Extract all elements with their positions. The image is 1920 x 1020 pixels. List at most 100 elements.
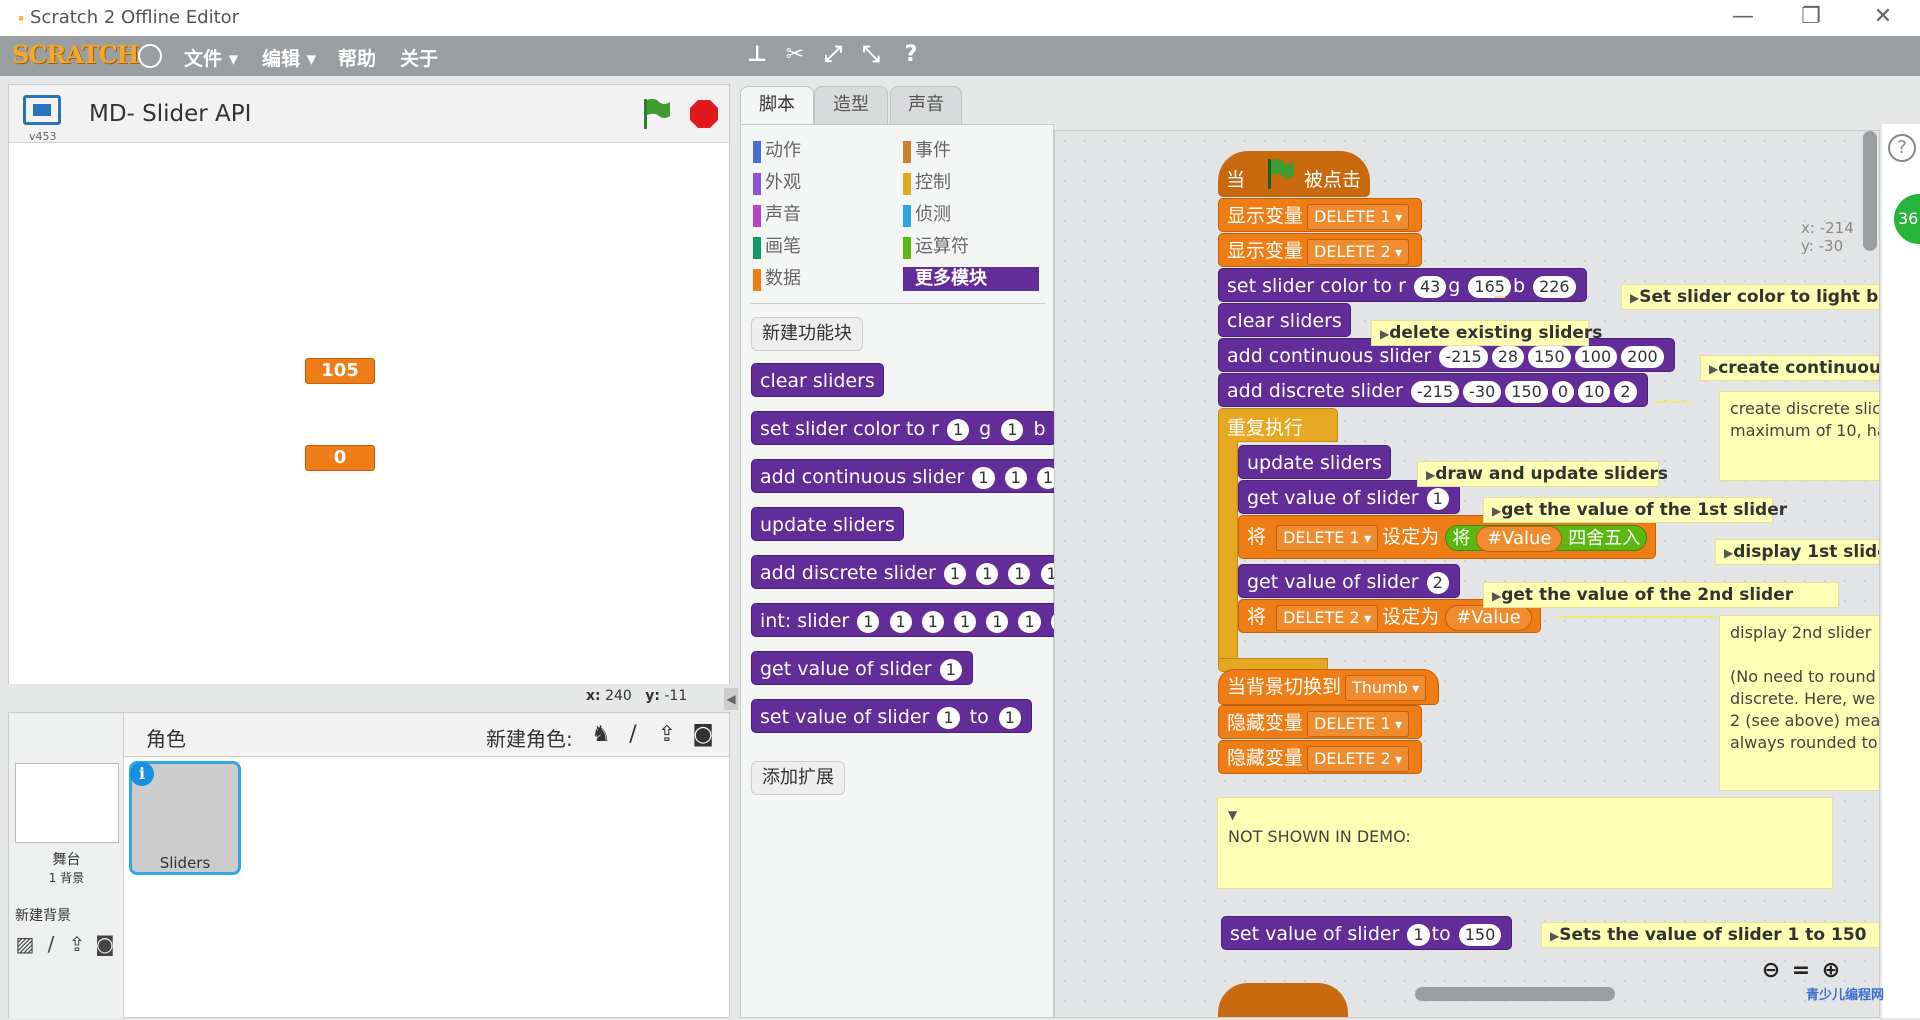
category-color-bar [903, 173, 911, 195]
category-8[interactable]: 数据 [753, 267, 801, 291]
palette-block-1[interactable]: set slider color to r 1 g 1 b [751, 411, 1057, 445]
scratch-logo[interactable]: SCRATCH [12, 40, 139, 70]
add-extension-button[interactable]: 添加扩展 [751, 761, 845, 795]
sprite-library-icon[interactable]: ♞ [588, 723, 614, 747]
category-3[interactable]: 控制 [903, 171, 951, 195]
palette-divider [751, 303, 1045, 304]
category-1[interactable]: 事件 [903, 139, 951, 163]
palette-block-3[interactable]: update sliders [751, 507, 904, 541]
clear-sliders-block[interactable]: clear sliders [1218, 303, 1351, 337]
palette-block-2[interactable]: add continuous slider 1 1 1 [751, 459, 1071, 493]
variable-monitor-1[interactable]: 105 [305, 358, 375, 384]
category-7[interactable]: 运算符 [903, 235, 969, 259]
info-icon[interactable]: i [130, 762, 154, 786]
set-slider-color-block[interactable]: set slider color to r 43 g 165 b 226 [1218, 268, 1587, 302]
tab-costumes[interactable]: 造型 [814, 86, 888, 124]
paint-backdrop-icon[interactable]: / [39, 933, 63, 955]
zoom-in-icon[interactable]: ⊕ [1817, 957, 1845, 985]
duplicate-stamp-icon[interactable]: ⊥ [744, 42, 770, 68]
green-flag-icon[interactable] [641, 97, 671, 131]
partial-hat-block[interactable] [1218, 983, 1348, 1017]
palette-block-0[interactable]: clear sliders [751, 363, 884, 397]
palette-block-5[interactable]: int: slider 1 1 1 1 1 1 1 [751, 603, 1084, 637]
palette-block-6[interactable]: get value of slider 1 [751, 651, 973, 685]
menu-file[interactable]: 文件 ▾ [184, 44, 238, 71]
palette-block-4[interactable]: add discrete slider 1 1 1 1 [751, 555, 1074, 589]
stage-label: 舞台 [52, 852, 81, 868]
comment-sets-value[interactable]: Sets the value of slider 1 to 150 [1541, 922, 1879, 948]
add-discrete-slider-block[interactable]: add discrete slider -215 -30 150 0 10 2 [1218, 373, 1648, 407]
upload-sprite-icon[interactable]: ⇪ [654, 723, 680, 747]
menu-edit[interactable]: 编辑 ▾ [262, 44, 316, 71]
menu-about[interactable]: 关于 [400, 44, 438, 71]
sprite-thumbnail[interactable]: i Sliders [129, 761, 241, 875]
show-variable-block-2[interactable]: 显示变量 DELETE 2 [1218, 233, 1423, 267]
forever-loop-block[interactable]: 重复执行 [1218, 408, 1338, 442]
tab-sounds[interactable]: 声音 [890, 86, 962, 124]
when-flag-clicked-hat[interactable]: 当 被点击 [1218, 151, 1370, 197]
camera-backdrop-icon[interactable]: ◙ [93, 933, 117, 955]
delete-scissors-icon[interactable]: ✂ [782, 42, 808, 68]
sprite-header: 角色 新建角色: ♞ / ⇪ ◙ [124, 713, 729, 757]
set-value-of-slider-block[interactable]: set value of slider 1 to 150 [1221, 916, 1513, 950]
script-coords: x: -214 y: -30 [1801, 219, 1854, 255]
comment-create-continuous[interactable]: create continuous [1700, 355, 1879, 381]
shrink-icon[interactable]: ⤡ [858, 42, 884, 68]
vertical-scrollbar[interactable] [1863, 131, 1877, 251]
comment-get-1st[interactable]: get the value of the 1st slider [1483, 497, 1787, 523]
hide-variable-block-1[interactable]: 隐藏变量 DELETE 1 [1218, 705, 1423, 739]
upload-backdrop-icon[interactable]: ⇪ [65, 933, 89, 955]
category-6[interactable]: 画笔 [753, 235, 801, 259]
menu-help[interactable]: 帮助 [338, 44, 376, 71]
hide-variable-block-2[interactable]: 隐藏变量 DELETE 2 [1218, 740, 1423, 774]
category-label: 控制 [915, 172, 951, 193]
restore-button[interactable]: ❐ [1794, 4, 1828, 30]
horizontal-scrollbar[interactable] [1415, 987, 1615, 1001]
update-sliders-block[interactable]: update sliders [1238, 445, 1391, 479]
stage-canvas[interactable]: 105 0 [9, 144, 729, 684]
backdrop-library-icon[interactable]: ▨ [13, 933, 37, 955]
category-4[interactable]: 声音 [753, 203, 801, 227]
comment-delete-sliders[interactable]: delete existing sliders [1371, 320, 1602, 346]
variable-monitor-2[interactable]: 0 [305, 445, 375, 471]
round-operator[interactable]: 将 #Value 四舍五入 [1445, 524, 1648, 552]
help-icon[interactable]: ? [1888, 134, 1916, 162]
camera-sprite-icon[interactable]: ◙ [690, 723, 716, 747]
right-strip: ? 36 [1882, 124, 1920, 1018]
category-0[interactable]: 动作 [753, 139, 801, 163]
zoom-out-icon[interactable]: ⊖ [1757, 957, 1785, 985]
collapse-stage-arrow-icon[interactable]: ◀ [724, 688, 738, 710]
grow-icon[interactable]: ⤢ [820, 42, 846, 68]
make-block-button[interactable]: 新建功能块 [751, 317, 863, 351]
sprite-name: Sliders [159, 854, 211, 872]
comment-not-shown[interactable]: ▼ NOT SHOWN IN DEMO: [1217, 797, 1833, 889]
palette-block-7[interactable]: set value of slider 1 to 1 [751, 699, 1032, 733]
show-variable-block-1[interactable]: 显示变量 DELETE 1 [1218, 198, 1423, 232]
minimize-button[interactable]: — [1726, 4, 1760, 30]
get-value-slider-2-block[interactable]: get value of slider 2 [1238, 564, 1460, 598]
category-label: 侦测 [915, 204, 951, 225]
zoom-reset-icon[interactable]: = [1787, 957, 1815, 985]
category-color-bar [753, 205, 761, 227]
comment-draw-update[interactable]: draw and update sliders [1417, 461, 1668, 487]
project-title[interactable]: MD- Slider API [89, 101, 251, 127]
comment-display-1st[interactable]: display 1st slider [1715, 539, 1879, 565]
category-2[interactable]: 外观 [753, 171, 801, 195]
comment-display-2nd[interactable]: display 2nd slider (No need to round dis… [1719, 615, 1879, 791]
category-5[interactable]: 侦测 [903, 203, 951, 227]
language-globe-icon[interactable] [138, 44, 162, 68]
comment-set-color[interactable]: Set slider color to light blue [1621, 284, 1879, 310]
category-9[interactable]: 更多模块 [903, 267, 1039, 291]
stop-sign-icon[interactable] [689, 99, 719, 129]
when-backdrop-switches-hat[interactable]: 当背景切换到 Thumb [1218, 669, 1440, 705]
comment-create-discrete[interactable]: create discrete slic maximum of 10, ha [1719, 391, 1879, 481]
block-help-icon[interactable]: ? [898, 42, 924, 68]
script-area[interactable]: x: -214y: -30 当 被点击 显示变量DELETE 1 显示变量DEL… [1054, 130, 1880, 1018]
close-button[interactable]: ✕ [1866, 4, 1900, 30]
paint-sprite-icon[interactable]: / [620, 723, 646, 747]
side-badge[interactable]: 36 [1894, 194, 1920, 244]
tab-scripts[interactable]: 脚本 [740, 86, 814, 126]
stage-thumbnail[interactable] [15, 763, 119, 843]
comment-get-2nd[interactable]: get the value of the 2nd slider [1483, 582, 1839, 608]
fullscreen-icon[interactable] [23, 95, 61, 125]
